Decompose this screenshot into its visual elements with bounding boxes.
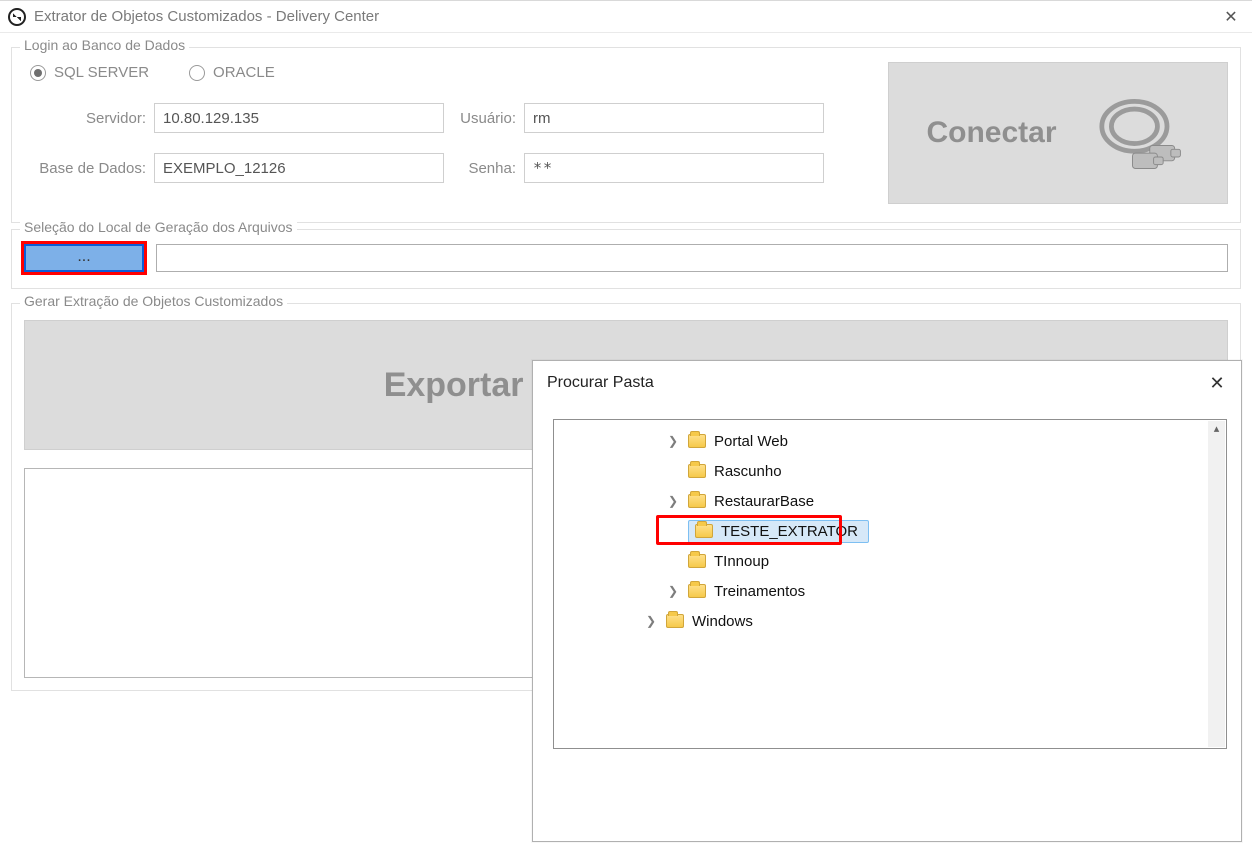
dialog-titlebar: Procurar Pasta ✕ xyxy=(533,361,1241,405)
radio-dot-icon xyxy=(189,65,205,81)
window-close-button[interactable]: ✕ xyxy=(1216,7,1246,27)
tree-item-tinnoup[interactable]: TInnoup xyxy=(554,546,1226,576)
radio-sql-label: SQL SERVER xyxy=(54,64,149,81)
radio-sql-server[interactable]: SQL SERVER xyxy=(30,64,149,81)
folder-icon xyxy=(688,584,706,598)
base-label: Base de Dados: xyxy=(24,160,154,177)
usuario-input[interactable] xyxy=(524,103,824,133)
output-path-input[interactable] xyxy=(156,244,1228,272)
conectar-label: Conectar xyxy=(926,116,1056,150)
dialog-close-button[interactable]: ✕ xyxy=(1203,373,1231,394)
servidor-label: Servidor: xyxy=(24,110,154,127)
usuario-label: Usuário: xyxy=(444,110,524,127)
app-icon xyxy=(8,8,26,26)
tree-item-windows[interactable]: ❯ Windows xyxy=(554,606,1226,636)
senha-label: Senha: xyxy=(444,160,524,177)
export-group-title: Gerar Extração de Objetos Customizados xyxy=(20,293,287,309)
tree-item-label: Portal Web xyxy=(714,433,788,450)
chevron-right-icon[interactable]: ❯ xyxy=(644,614,658,628)
folder-icon xyxy=(695,524,713,538)
radio-oracle-label: ORACLE xyxy=(213,64,275,81)
tree-item-label: Treinamentos xyxy=(714,583,805,600)
tree-item-teste-extrator[interactable]: TESTE_EXTRATOR xyxy=(554,516,1226,546)
folder-icon xyxy=(666,614,684,628)
folder-icon xyxy=(688,464,706,478)
window-title: Extrator de Objetos Customizados - Deliv… xyxy=(34,8,1216,25)
radio-oracle[interactable]: ORACLE xyxy=(189,64,275,81)
tree-scrollbar[interactable]: ▴ xyxy=(1208,421,1225,747)
folder-icon xyxy=(688,494,706,508)
tree-item-rascunho[interactable]: Rascunho xyxy=(554,456,1226,486)
chevron-right-icon[interactable]: ❯ xyxy=(666,434,680,448)
tree-item-label: TESTE_EXTRATOR xyxy=(721,523,858,540)
path-group-title: Seleção do Local de Geração dos Arquivos xyxy=(20,219,297,235)
tree-item-restaurarbase[interactable]: ❯ RestaurarBase xyxy=(554,486,1226,516)
login-groupbox: Login ao Banco de Dados SQL SERVER ORACL… xyxy=(11,47,1241,223)
conectar-button[interactable]: Conectar xyxy=(888,62,1228,204)
radio-dot-icon xyxy=(30,65,46,81)
chevron-right-icon[interactable]: ❯ xyxy=(666,584,680,598)
cable-icon xyxy=(1075,88,1190,178)
folder-icon xyxy=(688,554,706,568)
servidor-input[interactable] xyxy=(154,103,444,133)
chevron-right-icon[interactable]: ❯ xyxy=(666,494,680,508)
tree-item-label: Rascunho xyxy=(714,463,782,480)
tree-item-label: Windows xyxy=(692,613,753,630)
base-input[interactable] xyxy=(154,153,444,183)
login-group-title: Login ao Banco de Dados xyxy=(20,37,189,53)
folder-icon xyxy=(688,434,706,448)
path-groupbox: Seleção do Local de Geração dos Arquivos… xyxy=(11,229,1241,289)
tree-item-label: RestaurarBase xyxy=(714,493,814,510)
folder-tree[interactable]: ▴ ❯ Portal Web Rascunho ❯ RestaurarBase … xyxy=(553,419,1227,749)
tree-item-treinamentos[interactable]: ❯ Treinamentos xyxy=(554,576,1226,606)
dialog-title: Procurar Pasta xyxy=(547,374,654,392)
browse-folder-button[interactable]: ... xyxy=(24,244,144,272)
browse-folder-dialog: Procurar Pasta ✕ ▴ ❯ Portal Web Rascunho… xyxy=(532,360,1242,842)
scroll-up-icon[interactable]: ▴ xyxy=(1214,421,1220,437)
window-titlebar: Extrator de Objetos Customizados - Deliv… xyxy=(0,1,1252,33)
tree-item-label: TInnoup xyxy=(714,553,769,570)
senha-input[interactable] xyxy=(524,153,824,183)
tree-item-portal-web[interactable]: ❯ Portal Web xyxy=(554,426,1226,456)
